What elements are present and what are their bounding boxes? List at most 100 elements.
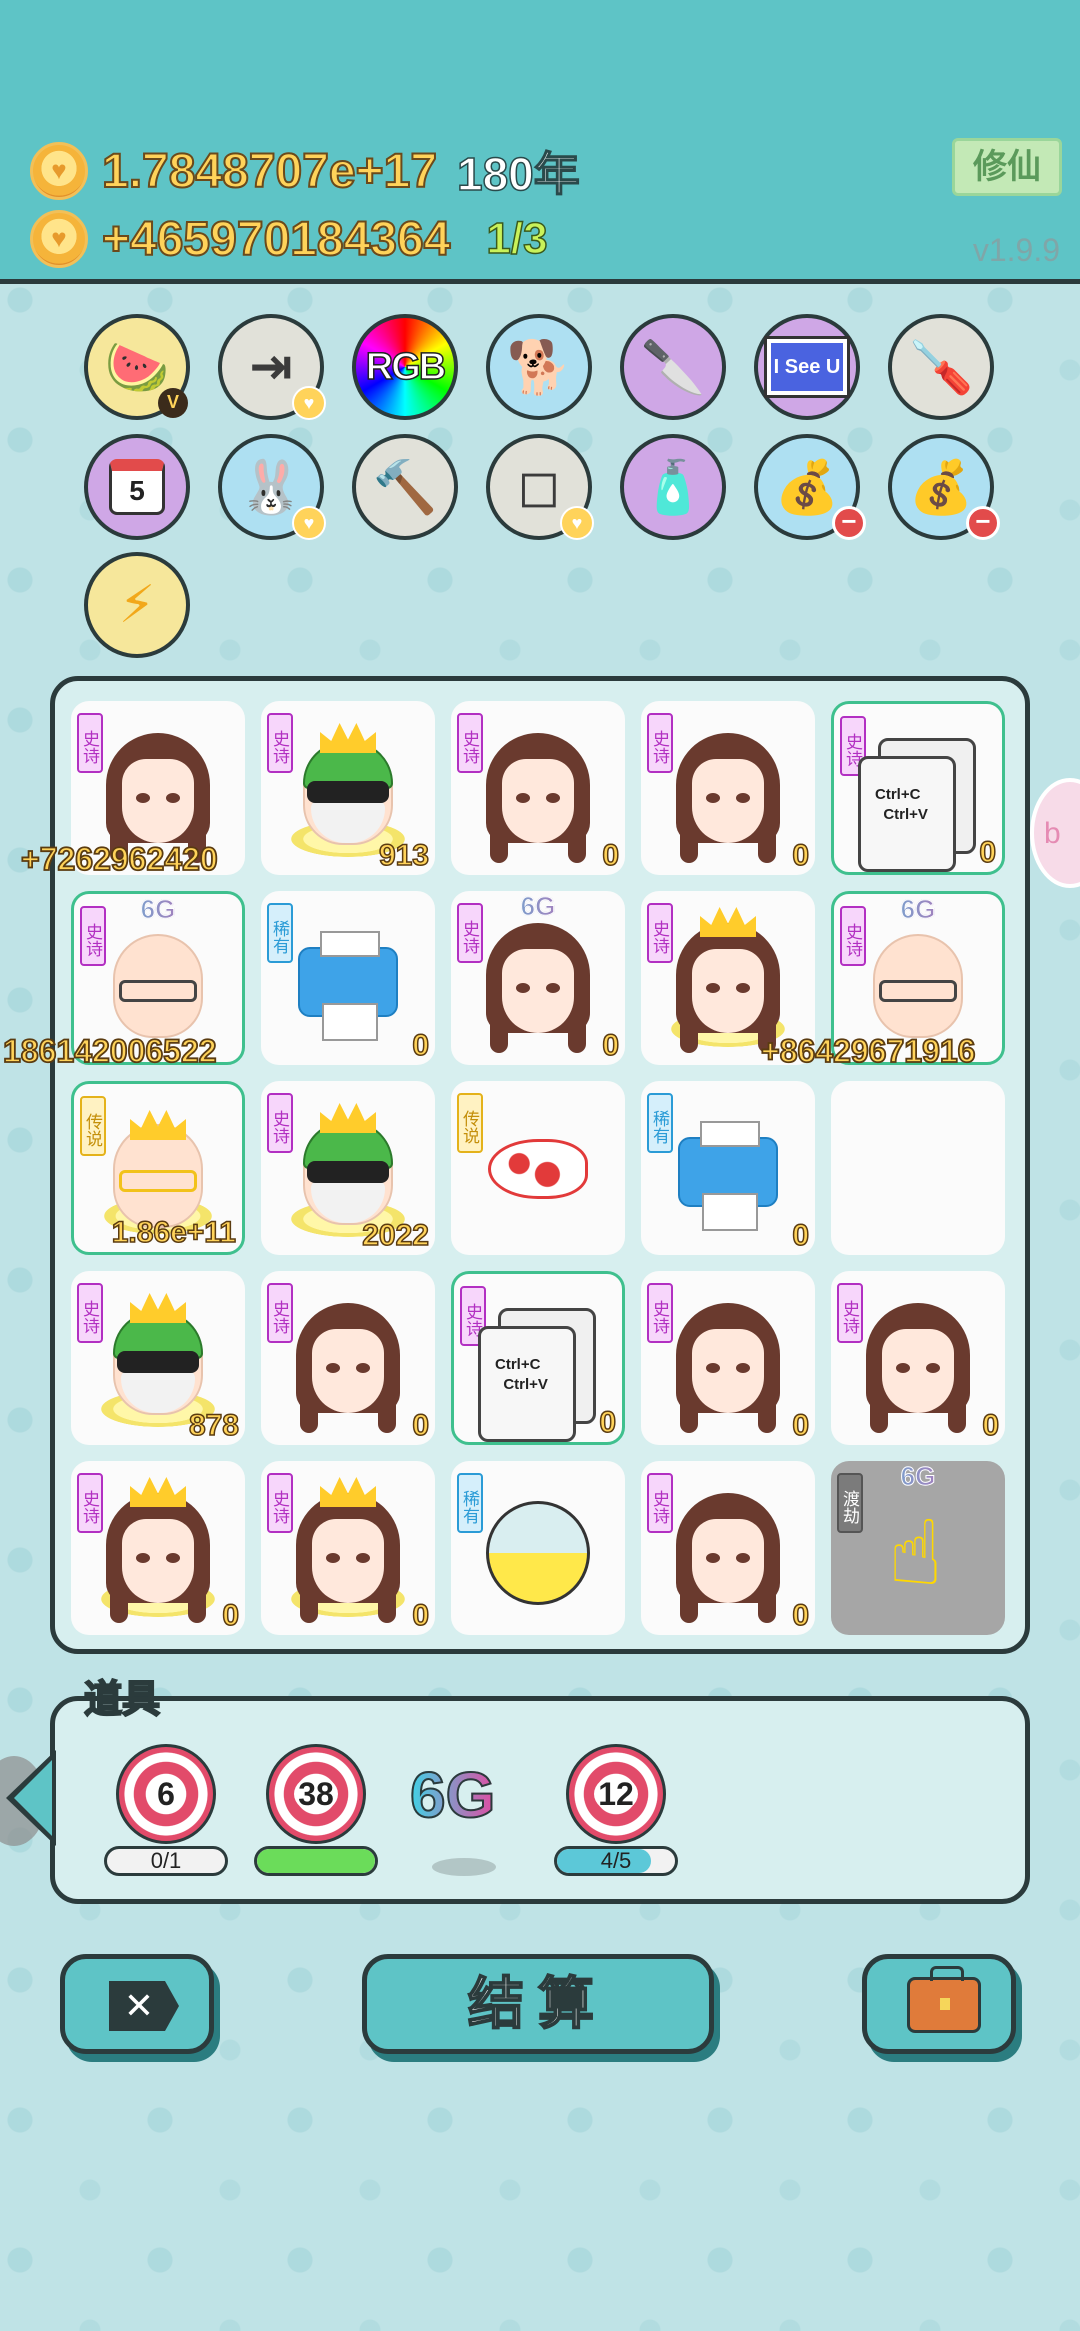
target-prop-icon[interactable]: 38 [266,1744,366,1844]
board-tile[interactable]: 6G 史诗 0 [451,891,625,1065]
tile-value: 0 [792,1598,810,1633]
income-row: +465970184364 1/3 [30,210,548,268]
minus-badge-icon: − [832,506,866,540]
board-tile[interactable]: 史诗 0 [641,1271,815,1445]
empty-tile[interactable] [831,1081,1005,1255]
girl-face-icon [692,1329,764,1413]
board-tile[interactable]: 史诗 0 [641,701,815,875]
sunglasses-icon [307,781,389,803]
top-status-bar: 1.7848707e+17 180年 +465970184364 1/3 修仙 … [0,0,1080,284]
girl-face-icon [122,759,194,843]
briefcase-icon [907,1966,981,2033]
girl-face-icon [692,1519,764,1603]
board-tile[interactable]: 稀有 [451,1461,625,1635]
copy-paste-icon: Ctrl+C Ctrl+V [858,756,956,872]
rarity-tag: 史诗 [77,713,103,773]
girl-face-icon [692,949,764,1033]
board-tile[interactable]: 史诗 0 [641,1461,815,1635]
heart-badge-icon: ♥ [292,506,326,540]
coin-icon [30,210,88,268]
rarity-tag: 史诗 [267,713,293,773]
floating-income: +7262962420 [20,840,218,878]
board-tile[interactable]: 史诗 878 [71,1271,245,1445]
sunglasses-icon [307,1161,389,1183]
rarity-tag: 史诗 [647,713,673,773]
crown-icon [320,723,376,753]
hammer-icon[interactable]: 🔨 [352,434,458,540]
board-tile[interactable]: 传说 1.86e+11 [71,1081,245,1255]
rarity-tag: 史诗 [77,1473,103,1533]
board-tile[interactable]: 史诗 Ctrl+C Ctrl+V 0 [451,1271,625,1445]
screwdriver-icon[interactable]: 🪛 [888,314,994,420]
inventory-button[interactable] [862,1954,1016,2054]
rarity-tag: 史诗 [80,906,106,966]
board-tile[interactable]: 史诗 0 [261,1271,435,1445]
copy-paste-icon: Ctrl+C Ctrl+V [478,1326,576,1442]
girl-face-icon [312,1519,384,1603]
board-tile[interactable]: 稀有 0 [641,1081,815,1255]
prop-progress-bar: 0/1 [104,1846,228,1876]
rarity-tag: 稀有 [647,1093,673,1153]
spray-bottle-icon[interactable]: 🧴 [620,434,726,540]
close-button[interactable]: ✕ [60,1954,214,2054]
cleaver-icon[interactable]: 🔪 [620,314,726,420]
heart-badge-icon: ♥ [560,506,594,540]
prop-progress-label: 4/5 [600,1848,632,1873]
xiuxian-button[interactable]: 修仙 [952,138,1062,196]
rarity-tag: 稀有 [457,1473,483,1533]
props-title: 道具 [83,1678,161,1722]
prop-count: 38 [294,1776,338,1812]
tile-value: 0 [792,838,810,873]
skip-arrow-icon[interactable]: ⇥ ♥ [218,314,326,420]
fruit-platter-icon[interactable]: 🍉 V [84,314,190,420]
rgb-icon[interactable]: RGB [352,314,458,420]
gold-glasses-icon [119,1170,197,1192]
rarity-tag: 史诗 [647,1283,673,1343]
cool-dog-icon[interactable]: 🐕 [486,314,592,420]
board-tile[interactable]: 史诗 913 [261,701,435,875]
six-g-prop[interactable]: 6G [409,1758,496,1832]
target-prop-icon[interactable]: 6 [116,1744,216,1844]
props-back-arrow-icon[interactable] [0,1748,58,1854]
years-elapsed: 180年 [456,147,580,201]
owned-items-grid: 🍉 V ⇥ ♥ RGB 🐕 🔪 I See U 🪛 5 🐰 ♥ 🔨 ◻ ♥ 🧴 💰 − 💰… [0,290,1080,670]
board-tile[interactable]: 史诗 Ctrl+C Ctrl+V 0 [831,701,1005,875]
glasses-icon [119,980,197,1002]
board-tile[interactable]: 史诗 0 [831,1271,1005,1445]
crown-icon [320,1103,376,1133]
board-tile[interactable]: 史诗 0 [261,1461,435,1635]
tile-value: 0 [222,1598,240,1633]
board-tile[interactable]: 史诗 0 [71,1461,245,1635]
calendar-day: 5 [109,459,165,515]
rarity-tag: 渡劫 [837,1473,863,1533]
close-icon: ✕ [109,1981,179,2031]
board-tile[interactable]: 传说 [451,1081,625,1255]
rabbit-icon[interactable]: 🐰 ♥ [218,434,326,540]
tile-value: 0 [602,838,620,873]
i-see-u-icon[interactable]: I See U [754,314,860,420]
prop-count: 12 [594,1776,638,1812]
board-tile[interactable]: 史诗 2022 [261,1081,435,1255]
girl-face-icon [502,949,574,1033]
i-see-u-label: I See U [764,336,850,398]
settle-button[interactable]: 结算 [362,1954,714,2054]
rarity-tag: 史诗 [840,906,866,966]
rarity-tag: 史诗 [457,903,483,963]
lightning-icon[interactable]: ⚡ [84,552,190,658]
round-progress: 1/3 [486,213,549,264]
money-bag-icon[interactable]: 💰 − [888,434,1000,540]
sugar-cubes-icon[interactable]: ◻ ♥ [486,434,594,540]
girl-face-icon [882,1329,954,1413]
crown-icon [320,1477,376,1507]
calendar-icon[interactable]: 5 [84,434,190,540]
tile-value: 0 [792,1408,810,1443]
rarity-tag: 史诗 [267,1283,293,1343]
money-bag-icon[interactable]: 💰 − [754,434,866,540]
board-tile[interactable]: 史诗 0 [451,701,625,875]
board-tile[interactable]: 稀有 0 [261,891,435,1065]
prop-count: 6 [153,1776,179,1812]
rarity-tag: 传说 [457,1093,483,1153]
target-prop-icon[interactable]: 12 [566,1744,666,1844]
board-tile[interactable]: 6G 渡劫 ☝ [831,1461,1005,1635]
gacha-ball-icon [486,1501,590,1605]
